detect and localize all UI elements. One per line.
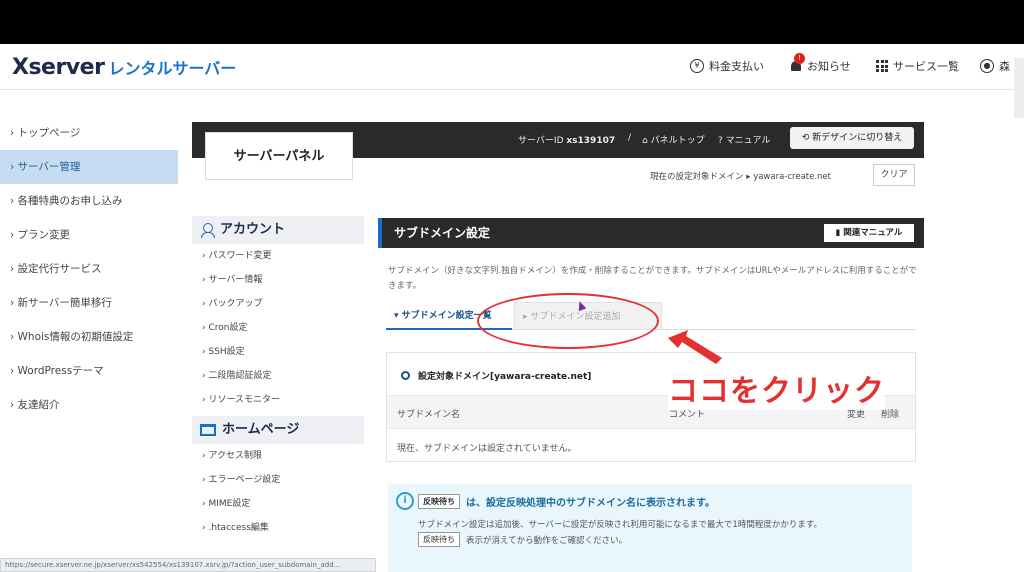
menu-item[interactable]: › 二段階認証設定 — [192, 364, 364, 388]
related-manual-button[interactable]: ▮ 関連マニュアル — [824, 224, 914, 242]
pending-tag-2: 反映待ち — [418, 532, 460, 547]
current-domain-value: yawara-create.net — [753, 172, 831, 182]
bell-icon: ! — [790, 53, 805, 73]
info-note: i 反映待ち は、設定反映処理中のサブドメイン名に表示されます。 サブドメイン設… — [388, 484, 912, 572]
services-link[interactable]: サービス一覧 — [876, 58, 959, 74]
target-domain-heading: 設定対象ドメイン[yawara-create.net] — [401, 369, 591, 382]
sidebar-item[interactable]: › Whois情報の初期値設定 — [0, 320, 178, 354]
highlight-ellipse — [477, 293, 659, 349]
sidebar-item[interactable]: › 設定代行サービス — [0, 252, 178, 286]
sidebar-item[interactable]: › 新サーバー簡単移行 — [0, 286, 178, 320]
menu-item[interactable]: › バックアップ — [192, 292, 364, 316]
menu-item[interactable]: › サーバー情報 — [192, 268, 364, 292]
user-menu[interactable]: ● 森 — [980, 58, 1010, 74]
top-header: Xserver レンタルサーバー ¥ 料金支払い ! お知らせ サービス一覧 ● … — [0, 44, 1024, 118]
logo-sub: レンタルサーバー — [108, 59, 237, 78]
notice-label: お知らせ — [807, 60, 851, 73]
homepage-section-head: ホームページ — [192, 416, 364, 444]
menu-item[interactable]: › .htaccess編集 — [192, 516, 364, 540]
menu-item[interactable]: › アクセス制限 — [192, 444, 364, 468]
menu-item[interactable]: › エラーページ設定 — [192, 468, 364, 492]
payment-link[interactable]: ¥ 料金支払い — [690, 58, 764, 74]
person-icon — [200, 223, 215, 238]
menu-item[interactable]: › SSH設定 — [192, 340, 364, 364]
current-domain-label: 現在の設定対象ドメイン — [650, 172, 744, 182]
note-line-1: 反映待ち は、設定反映処理中のサブドメイン名に表示されます。 — [418, 494, 715, 509]
account-head-label: アカウント — [220, 222, 286, 237]
grid-icon — [876, 60, 888, 72]
yen-icon: ¥ — [690, 59, 704, 73]
panel-top-link[interactable]: ⌂ パネルトップ — [642, 133, 705, 146]
related-manual-label: 関連マニュアル — [843, 228, 903, 238]
menu-item[interactable]: › パスワード変更 — [192, 244, 364, 268]
xserver-logo[interactable]: Xserver レンタルサーバー — [12, 55, 236, 80]
annotation-text: ココをクリック — [668, 366, 885, 410]
monitor-icon — [200, 424, 216, 436]
payment-label: 料金支払い — [709, 60, 764, 73]
menu-item[interactable]: › MIME設定 — [192, 492, 364, 516]
slash-divider: / — [628, 133, 632, 143]
note-line-3: 反映待ち 表示が消えてから動作をご確認ください。 — [418, 532, 627, 547]
account-section-head: アカウント — [192, 216, 364, 244]
manual-link[interactable]: ? マニュアル — [718, 133, 770, 146]
sidebar-item[interactable]: › プラン変更 — [0, 218, 178, 252]
panel-menu: アカウント › パスワード変更 › サーバー情報 › バックアップ › Cron設定 ›… — [192, 216, 364, 572]
sidebar-item[interactable]: › WordPressテーマ — [0, 354, 178, 388]
note-line-3-text: 表示が消えてから動作をご確認ください。 — [466, 535, 628, 546]
server-id-value: xs139107 — [566, 136, 616, 146]
sidebar-item[interactable]: › 友達紹介 — [0, 388, 178, 422]
user-name: 森 — [999, 60, 1010, 73]
notification-badge: ! — [794, 53, 805, 64]
browser-status-bar: https://secure.xserver.ne.jp/xserver/xs5… — [0, 558, 376, 572]
radio-icon — [401, 371, 410, 380]
left-nav: › トップページ › サーバー管理 › 各種特典のお申し込み › プラン変更 › 設定代… — [0, 116, 178, 422]
screen: Xserver レンタルサーバー ¥ 料金支払い ! お知らせ サービス一覧 ● … — [0, 0, 1024, 572]
browser-viewport: Xserver レンタルサーバー ¥ 料金支払い ! お知らせ サービス一覧 ● … — [0, 44, 1024, 572]
scrollbar[interactable] — [1014, 58, 1024, 118]
pending-tag: 反映待ち — [418, 494, 460, 509]
server-panel-title: サーバーパネル — [205, 132, 353, 180]
menu-item[interactable]: › リソースモニター — [192, 388, 364, 412]
services-label: サービス一覧 — [893, 60, 959, 73]
menu-item[interactable]: › Cron設定 — [192, 316, 364, 340]
note-line-2: サブドメイン設定は追加後、サーバーに設定が反映され利用可能になるまで最大で1時間… — [418, 520, 822, 530]
sidebar-item[interactable]: › サーバー管理 — [0, 150, 178, 184]
server-id-label: サーバーID — [518, 136, 564, 146]
sidebar-item[interactable]: › トップページ — [0, 116, 178, 150]
homepage-head-label: ホームページ — [222, 422, 300, 437]
panel-top-label: パネルトップ — [650, 136, 705, 146]
note-line-1-text: は、設定反映処理中のサブドメイン名に表示されます。 — [466, 498, 715, 509]
server-id: サーバーID xs139107 — [518, 133, 615, 146]
info-icon: i — [396, 492, 414, 510]
clear-button[interactable]: クリア — [873, 164, 915, 186]
empty-message: 現在、サブドメインは設定されていません。 — [397, 444, 577, 454]
red-arrow-icon — [668, 330, 722, 364]
manual-label: マニュアル — [725, 136, 771, 146]
new-design-label: 新デザインに切り替え — [812, 133, 903, 143]
notice-link[interactable]: ! お知らせ — [790, 53, 851, 74]
description: サブドメイン（好きな文字列.独自ドメイン）を作成・削除することができます。サブド… — [388, 266, 917, 291]
col-subdomain: サブドメイン名 — [397, 410, 461, 420]
current-domain: 現在の設定対象ドメイン ▸ yawara-create.net — [650, 172, 831, 182]
user-icon: ● — [980, 59, 994, 73]
new-design-button[interactable]: ⟲ 新デザインに切り替え — [790, 127, 914, 149]
target-domain-label: 設定対象ドメイン[yawara-create.net] — [418, 372, 592, 382]
logo-main: Xserver — [12, 55, 105, 80]
sidebar-item[interactable]: › 各種特典のお申し込み — [0, 184, 178, 218]
